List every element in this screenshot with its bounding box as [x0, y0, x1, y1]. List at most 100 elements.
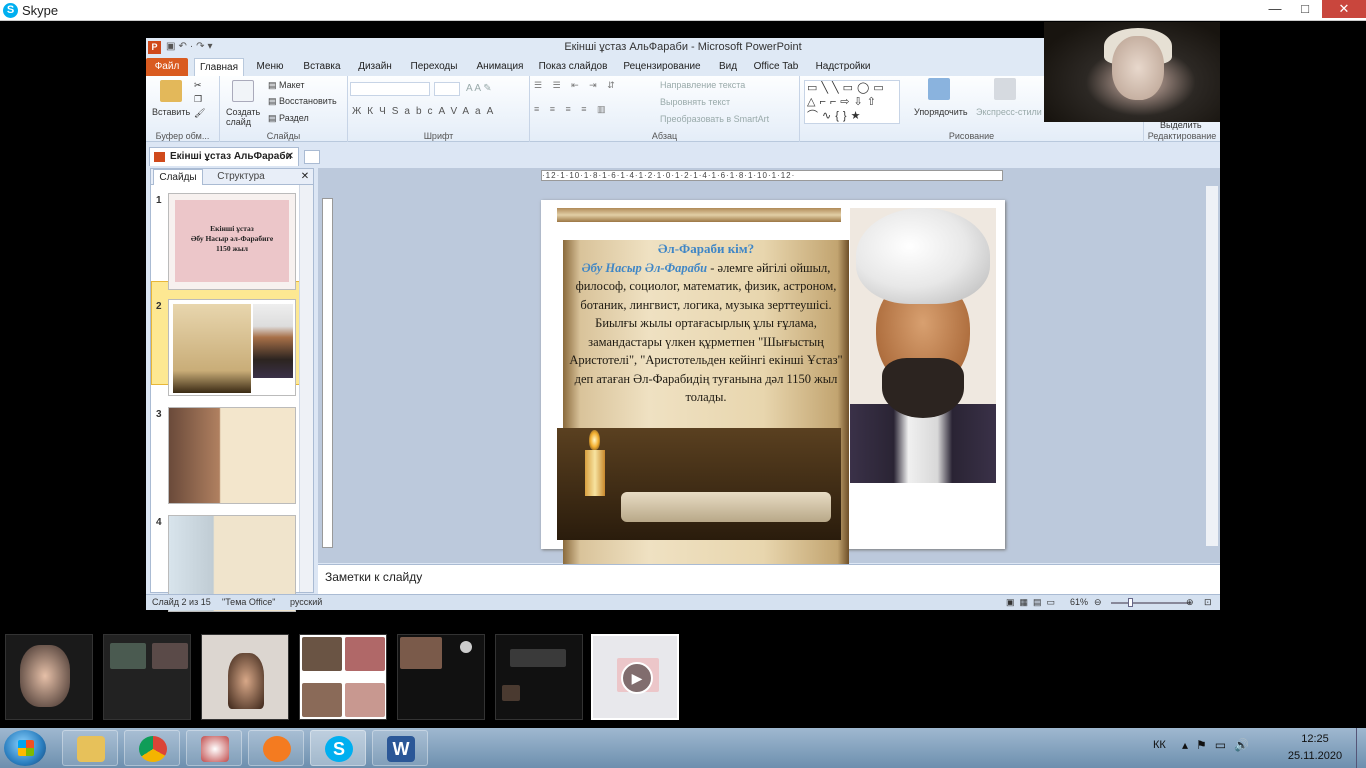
participant-video-4[interactable] [299, 634, 387, 720]
quick-styles-button[interactable]: Экспресс-стили [976, 107, 1042, 117]
tab-animation[interactable]: Анимация [472, 58, 528, 76]
participant-video-5[interactable] [397, 634, 485, 720]
participant-video-6[interactable] [495, 634, 583, 720]
paste-button[interactable]: Вставить [152, 107, 190, 117]
slide-thumbnail-3[interactable] [168, 407, 296, 504]
input-language[interactable]: КК [1153, 739, 1166, 751]
zoom-slider-handle[interactable] [1128, 598, 1133, 607]
zoom-level[interactable]: 61% [1070, 595, 1088, 610]
tab-slideshow[interactable]: Показ слайдов [538, 58, 608, 76]
close-tab-icon[interactable]: ✕ [286, 148, 294, 166]
copy-icon[interactable]: ❐ [194, 94, 202, 105]
current-slide[interactable]: Әл-Фараби кім? Әбу Насыр Әл-Фараби - әле… [541, 200, 1005, 580]
convert-smartart-button[interactable]: Преобразовать в SmartArt [660, 114, 769, 124]
format-painter-icon[interactable]: 🖌 [194, 108, 205, 119]
minimize-button[interactable]: — [1260, 0, 1290, 18]
arrange-button[interactable]: Упорядочить [914, 107, 968, 117]
strikethrough-button[interactable]: S [392, 106, 405, 117]
font-color-icon[interactable]: A [487, 106, 500, 117]
slide-thumbnail-2[interactable] [168, 299, 296, 396]
zoom-slider[interactable] [1111, 602, 1191, 604]
taskbar-word[interactable]: W [372, 730, 428, 766]
slide-thumbnail-1[interactable]: Екінші ұстаз Әбу Насыр әл-Фарабиге 1150 … [168, 193, 296, 290]
close-panel-icon[interactable]: ✕ [299, 169, 311, 185]
tab-slides[interactable]: Слайды [153, 169, 203, 185]
taskbar-explorer[interactable] [62, 730, 118, 766]
layout-button[interactable]: ▤ Макет [268, 80, 305, 91]
panel-scrollbar[interactable] [299, 185, 313, 592]
change-case-button[interactable]: Aa [462, 106, 486, 117]
participant-video-2[interactable] [103, 634, 191, 720]
clock-time[interactable]: 12:25 [1290, 733, 1340, 745]
taskbar-chrome[interactable] [124, 730, 180, 766]
quick-access-toolbar[interactable]: ▣↶·↷▾ [166, 41, 216, 52]
bold-button[interactable]: Ж [352, 106, 367, 117]
new-tab-button[interactable] [304, 150, 320, 164]
maximize-button[interactable]: □ [1290, 0, 1320, 18]
folder-icon [77, 736, 105, 762]
candle-flame-image [589, 430, 600, 450]
fit-window-icon[interactable]: ⊡ [1204, 595, 1212, 610]
slide-textbox[interactable]: Әл-Фараби кім? Әбу Насыр Әл-Фараби - әле… [563, 240, 849, 407]
underline-button[interactable]: Ч [379, 106, 392, 117]
thumb-portrait-image [253, 304, 293, 378]
start-button[interactable] [4, 730, 46, 766]
language-indicator[interactable]: русский [290, 595, 322, 610]
reset-button[interactable]: ▤ Восстановить [268, 96, 337, 107]
zoom-out-icon[interactable]: ⊖ [1094, 595, 1102, 610]
tab-view[interactable]: Вид [714, 58, 742, 76]
zoom-in-icon[interactable]: ⊕ [1186, 595, 1194, 610]
powerpoint-icon[interactable]: P [148, 41, 161, 54]
slide-name: Әбу Насыр Әл-Фараби [581, 260, 708, 275]
tab-transitions[interactable]: Переходы [408, 58, 460, 76]
character-spacing-button[interactable]: AV [439, 106, 463, 117]
screen-share-thumbnail[interactable]: ▶ [591, 634, 679, 720]
grow-shrink-font-icon[interactable]: A A ✎ [466, 83, 492, 94]
participant-video-1[interactable] [5, 634, 93, 720]
participant-video-3[interactable] [201, 634, 289, 720]
font-size-dropdown[interactable] [434, 82, 460, 96]
tab-file[interactable]: Файл [146, 58, 188, 76]
taskbar-skype[interactable]: S [310, 730, 366, 766]
document-tab[interactable]: Екінші ұстаз АльФараби ✕ [149, 147, 299, 166]
align-text-button[interactable]: Выровнять текст [660, 97, 730, 107]
text-direction-button[interactable]: Направление текста [660, 80, 745, 90]
new-slide-button[interactable]: Создать слайд [226, 107, 262, 127]
show-desktop-button[interactable] [1356, 728, 1366, 768]
shadow-button[interactable]: abc [404, 106, 438, 117]
tab-office-tab[interactable]: Office Tab [752, 58, 800, 76]
tab-menu[interactable]: Меню [252, 58, 288, 76]
system-tray-icons[interactable]: ▴⚑▭🔊 [1182, 738, 1257, 752]
slide-body: - әлемге әйгілі ойшыл, философ, социолог… [569, 260, 843, 405]
tab-addins[interactable]: Надстройки [812, 58, 874, 76]
tab-home[interactable]: Главная [194, 58, 244, 76]
group-label: Рисование [948, 131, 995, 141]
play-icon[interactable]: ▶ [621, 662, 653, 694]
italic-button[interactable]: К [367, 106, 379, 117]
align-buttons[interactable]: ≡ ≡ ≡ ≡ ▥ [534, 104, 610, 115]
list-buttons[interactable]: ☰ ☰ ⇤ ⇥ ⇵ [534, 80, 619, 91]
cut-icon[interactable]: ✂ [194, 80, 202, 91]
quick-styles-icon[interactable] [994, 78, 1016, 100]
tab-design[interactable]: Дизайн [354, 58, 396, 76]
editor-scrollbar[interactable] [1206, 186, 1218, 546]
taskbar-paint[interactable] [186, 730, 242, 766]
shapes-gallery[interactable]: ▭╲╲▭◯▭ △⌐⌐⇨⇩⇧ ⌒∿{}★ [804, 80, 900, 124]
participant-strip: ▶ [0, 625, 1366, 728]
close-button[interactable]: ✕ [1322, 0, 1366, 18]
tab-review[interactable]: Рецензирование [622, 58, 702, 76]
presenter-video[interactable] [1044, 22, 1220, 122]
new-slide-icon[interactable] [232, 80, 254, 102]
al-farabi-portrait[interactable] [850, 208, 996, 483]
section-button[interactable]: ▤ Раздел [268, 113, 309, 124]
clock-date[interactable]: 25.11.2020 [1284, 750, 1346, 762]
notes-pane[interactable]: Заметки к слайду [318, 564, 1220, 594]
taskbar-ie[interactable] [248, 730, 304, 766]
font-format-buttons[interactable]: ЖКЧSabcAVAaA [352, 106, 499, 117]
tab-outline[interactable]: Структура [209, 169, 273, 185]
view-buttons[interactable]: ▣▦▤▭ [1006, 595, 1060, 610]
paste-icon[interactable] [160, 80, 182, 102]
font-name-dropdown[interactable] [350, 82, 430, 96]
tab-insert[interactable]: Вставка [300, 58, 344, 76]
arrange-icon[interactable] [928, 78, 950, 100]
